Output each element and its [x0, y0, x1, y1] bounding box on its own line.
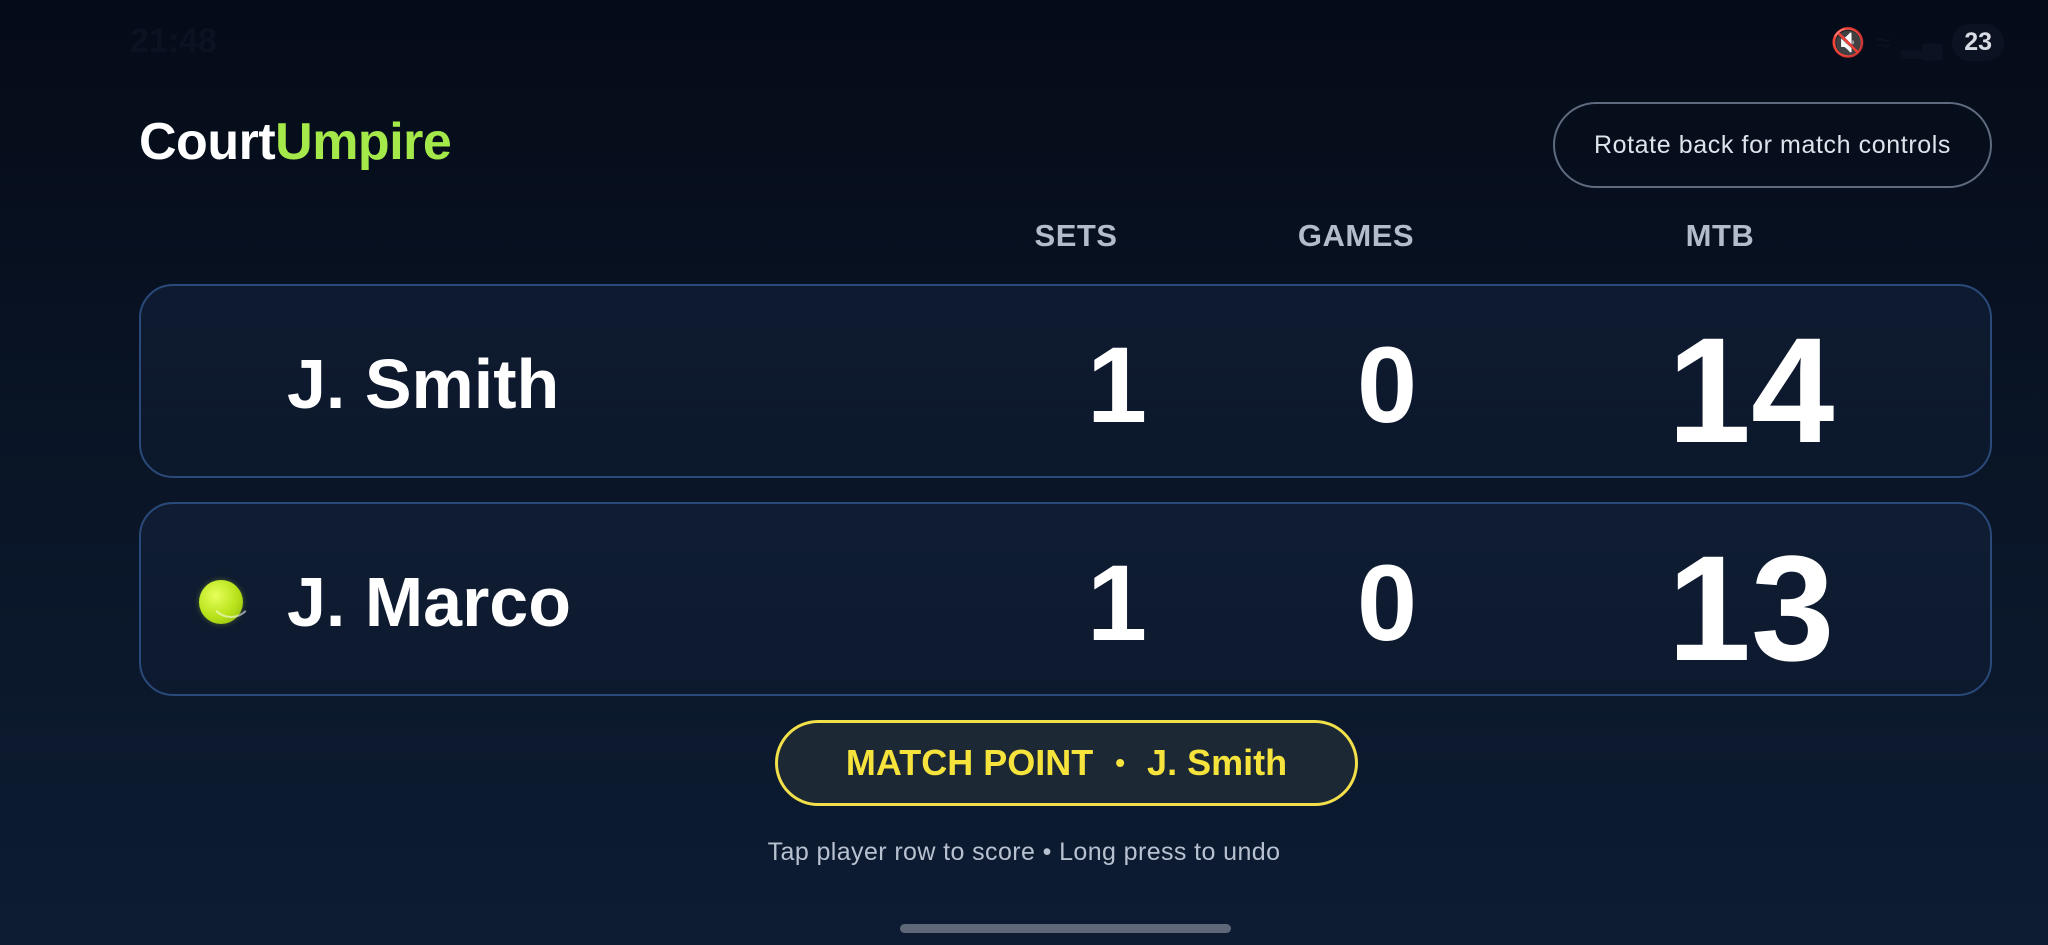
logo-text-umpire: Umpire — [275, 113, 452, 171]
wifi-icon: ≈ — [1875, 26, 1891, 58]
column-header-sets: SETS — [1034, 218, 1118, 253]
column-header-games: GAMES — [1297, 218, 1415, 253]
status-time: 21:48 — [130, 22, 217, 60]
mute-icon: 🔇 — [1830, 27, 1866, 58]
player-games: 0 — [1356, 542, 1418, 663]
logo-text-court: Court — [139, 113, 276, 171]
match-point-separator: • — [1115, 747, 1126, 778]
player-row-2[interactable]: J. Marco 1 0 13 — [139, 502, 1992, 696]
status-bar: 21:48 🔇 ≈ ▂▄ 23 — [0, 18, 2048, 68]
match-point-label: MATCH POINT — [845, 742, 1094, 783]
home-indicator[interactable] — [900, 924, 1231, 933]
usage-hint: Tap player row to score • Long press to … — [767, 838, 1281, 866]
match-point-badge: MATCH POINT • J. Smith — [775, 720, 1358, 806]
app-logo: CourtUmpire — [139, 112, 452, 172]
status-icons: 🔇 ≈ ▂▄ 23 — [1831, 24, 2004, 61]
column-header-mtb: MTB — [1685, 218, 1755, 253]
player-row-1[interactable]: J. Smith 1 0 14 — [139, 284, 1992, 478]
player-sets: 1 — [1086, 324, 1148, 445]
match-point-player: J. Smith — [1147, 742, 1288, 783]
player-games: 0 — [1356, 324, 1418, 445]
signal-icon: ▂▄ — [1900, 27, 1943, 58]
player-name: J. Smith — [287, 345, 560, 423]
tennis-ball-serve-icon — [199, 580, 253, 624]
rotate-back-button[interactable]: Rotate back for match controls — [1553, 102, 1992, 188]
battery-icon: 23 — [1952, 24, 2004, 61]
player-mtb-points: 14 — [1667, 306, 1835, 474]
player-sets: 1 — [1086, 542, 1148, 663]
player-mtb-points: 13 — [1667, 524, 1835, 692]
player-name: J. Marco — [287, 563, 571, 641]
scoreboard-screen: 21:48 🔇 ≈ ▂▄ 23 CourtUmpire Rotate back … — [0, 0, 2048, 945]
